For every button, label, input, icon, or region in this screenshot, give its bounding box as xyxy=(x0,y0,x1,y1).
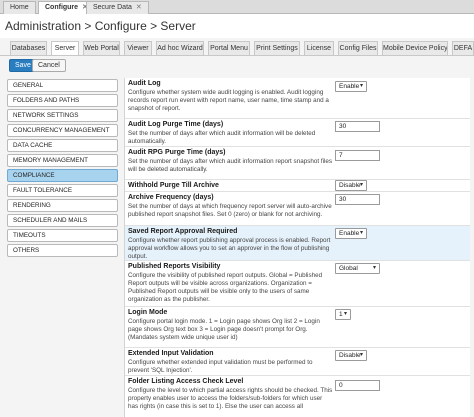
sidebar-item-folders-and-paths[interactable]: FOLDERS AND PATHS xyxy=(7,94,118,107)
setting-audit-log-purge-time: Audit Log Purge Time (days) Set the numb… xyxy=(125,119,470,147)
audit-rpg-purge-time-input[interactable]: 7 xyxy=(335,150,380,161)
compliance-settings-panel: Audit Log Configure whether system wide … xyxy=(124,78,470,417)
sidebar-item-timeouts[interactable]: TIMEOUTS xyxy=(7,229,118,242)
select-value: Global xyxy=(339,265,358,272)
action-bar: Save Cancel xyxy=(0,56,474,76)
subtab-defa[interactable]: DEFA xyxy=(452,41,474,56)
select-value: Enable xyxy=(339,230,360,237)
sidebar-item-compliance[interactable]: COMPLIANCE xyxy=(7,169,118,182)
subtab-license[interactable]: License xyxy=(304,41,334,56)
setting-description: Configure portal login mode. 1 = Login p… xyxy=(128,318,320,341)
setting-title: Login Mode xyxy=(128,309,168,316)
tab-label: Configure xyxy=(45,4,79,11)
setting-title: Saved Report Approval Required xyxy=(128,228,238,235)
select-value: 1 xyxy=(339,311,343,318)
sidebar-item-general[interactable]: GENERAL xyxy=(7,79,118,92)
chevron-down-icon: ▾ xyxy=(359,230,363,236)
chevron-down-icon: ▾ xyxy=(359,352,363,358)
saved-report-approval-select[interactable]: Enable ▾ xyxy=(335,228,367,239)
chevron-down-icon: ▾ xyxy=(372,265,376,271)
setting-withhold-purge-till-archive: Withhold Purge Till Archive Disable ▾ xyxy=(125,180,470,192)
tab-label: Secure Data xyxy=(93,4,132,11)
sidebar-item-scheduler-and-mails[interactable]: SCHEDULER AND MAILS xyxy=(7,214,118,227)
setting-title: Withhold Purge Till Archive xyxy=(128,182,219,189)
page-header: Administration > Configure > Server xyxy=(0,14,474,38)
cancel-button[interactable]: Cancel xyxy=(32,59,66,72)
setting-extended-input-validation: Extended Input Validation Configure whet… xyxy=(125,348,470,376)
subtab-viewer[interactable]: Viewer xyxy=(124,41,152,56)
chevron-down-icon: ▾ xyxy=(359,83,363,89)
archive-frequency-input[interactable]: 30 xyxy=(335,194,380,205)
top-tab-bar: Home Configure ✕ Secure Data ✕ xyxy=(0,0,474,14)
setting-description: Configure whether extended input validat… xyxy=(128,359,313,374)
breadcrumb: Administration > Configure > Server xyxy=(5,19,196,33)
chevron-down-icon: ▾ xyxy=(359,182,363,188)
setting-title: Folder Listing Access Check Level xyxy=(128,378,244,385)
sidebar-item-network-settings[interactable]: NETWORK SETTINGS xyxy=(7,109,118,122)
config-subtab-bar: Databases Server Web Portal Viewer Ad ho… xyxy=(0,40,474,56)
setting-description: Configure the level to which partial acc… xyxy=(128,387,333,410)
chevron-down-icon: ▾ xyxy=(343,311,347,317)
setting-description: Set the number of days after which audit… xyxy=(128,130,316,145)
setting-description: Set the number of days at which frequenc… xyxy=(128,203,332,218)
setting-title: Extended Input Validation xyxy=(128,350,214,357)
audit-log-purge-time-input[interactable]: 30 xyxy=(335,121,380,132)
sidebar-item-fault-tolerance[interactable]: FAULT TOLERANCE xyxy=(7,184,118,197)
select-value: Disable xyxy=(339,182,361,189)
setting-description: Configure the visibility of published re… xyxy=(128,272,323,303)
settings-category-sidebar: GENERAL FOLDERS AND PATHS NETWORK SETTIN… xyxy=(7,79,118,259)
select-value: Enable xyxy=(339,83,360,90)
sidebar-item-memory-management[interactable]: MEMORY MANAGEMENT xyxy=(7,154,118,167)
setting-login-mode: Login Mode Configure portal login mode. … xyxy=(125,307,470,348)
setting-title: Audit RPG Purge Time (days) xyxy=(128,149,226,156)
subtab-adhoc-wizard[interactable]: Ad hoc Wizard xyxy=(156,41,204,56)
sidebar-item-data-cache[interactable]: DATA CACHE xyxy=(7,139,118,152)
login-mode-select[interactable]: 1 ▾ xyxy=(335,309,351,320)
tab-label: Home xyxy=(10,4,29,11)
subtab-mobile-device-policy[interactable]: Mobile Device Policy xyxy=(382,41,448,56)
setting-title: Published Reports Visibility xyxy=(128,263,221,270)
sidebar-item-concurrency-management[interactable]: CONCURRENCY MANAGEMENT xyxy=(7,124,118,137)
subtab-config-files[interactable]: Config Files xyxy=(338,41,378,56)
withhold-purge-select[interactable]: Disable ▾ xyxy=(335,180,367,191)
subtab-databases[interactable]: Databases xyxy=(10,41,47,56)
tab-secure-data[interactable]: Secure Data ✕ xyxy=(86,1,149,14)
extended-input-validation-select[interactable]: Disable ▾ xyxy=(335,350,367,361)
setting-saved-report-approval: Saved Report Approval Required Configure… xyxy=(125,226,470,261)
setting-description: Set the number of days after which audit… xyxy=(128,158,333,173)
setting-published-reports-visibility: Published Reports Visibility Configure t… xyxy=(125,261,470,307)
setting-title: Audit Log Purge Time (days) xyxy=(128,121,224,128)
subtab-portal-menu[interactable]: Portal Menu xyxy=(208,41,250,56)
audit-log-select[interactable]: Enable ▾ xyxy=(335,81,367,92)
setting-title: Audit Log xyxy=(128,80,161,87)
setting-audit-rpg-purge-time: Audit RPG Purge Time (days) Set the numb… xyxy=(125,147,470,180)
setting-folder-listing-access-check: Folder Listing Access Check Level Config… xyxy=(125,376,470,417)
setting-title: Archive Frequency (days) xyxy=(128,194,214,201)
setting-audit-log: Audit Log Configure whether system wide … xyxy=(125,78,470,119)
subtab-print-settings[interactable]: Print Settings xyxy=(254,41,300,56)
setting-archive-frequency: Archive Frequency (days) Set the number … xyxy=(125,192,470,226)
sidebar-item-others[interactable]: OTHERS xyxy=(7,244,118,257)
subtab-server[interactable]: Server xyxy=(51,41,79,56)
folder-listing-access-level-input[interactable]: 0 xyxy=(335,380,380,391)
sidebar-item-rendering[interactable]: RENDERING xyxy=(7,199,118,212)
select-value: Disable xyxy=(339,352,361,359)
setting-description: Configure whether system wide audit logg… xyxy=(128,89,329,112)
tab-home[interactable]: Home xyxy=(3,1,36,14)
close-icon[interactable]: ✕ xyxy=(136,4,142,11)
subtab-web-portal[interactable]: Web Portal xyxy=(83,41,120,56)
published-reports-visibility-select[interactable]: Global ▾ xyxy=(335,263,380,274)
setting-description: Configure whether report publishing appr… xyxy=(128,237,331,260)
